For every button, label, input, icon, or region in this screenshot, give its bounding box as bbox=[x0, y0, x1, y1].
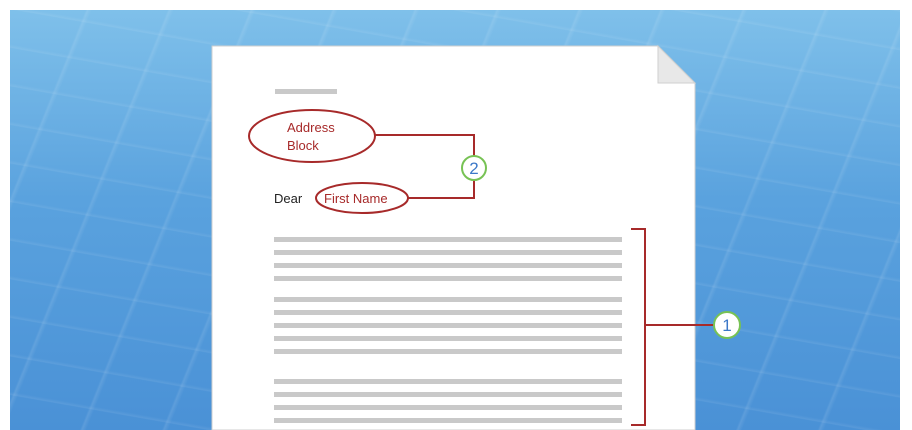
first-name-label: First Name bbox=[324, 191, 388, 206]
body-text-line bbox=[274, 323, 622, 328]
body-text-line bbox=[274, 336, 622, 341]
address-block-label-line2: Block bbox=[287, 138, 319, 153]
callout-number-2: 2 bbox=[469, 159, 478, 178]
salutation-text: Dear bbox=[274, 191, 303, 206]
body-text-line bbox=[274, 276, 622, 281]
mail-merge-illustration: Address Block Dear First Name 2 1 bbox=[0, 0, 912, 430]
body-text-line bbox=[274, 418, 622, 423]
body-text-line bbox=[274, 349, 622, 354]
body-text-line bbox=[274, 237, 622, 242]
body-text-line bbox=[274, 405, 622, 410]
header-placeholder-line bbox=[275, 89, 337, 94]
body-text-line bbox=[274, 263, 622, 268]
body-text-line bbox=[274, 310, 622, 315]
address-block-field bbox=[248, 109, 376, 163]
body-text-line bbox=[274, 297, 622, 302]
body-text-line bbox=[274, 379, 622, 384]
body-text-line bbox=[274, 392, 622, 397]
body-text-line bbox=[274, 250, 622, 255]
page-corner-fold bbox=[657, 44, 697, 84]
callout-number-1: 1 bbox=[722, 316, 731, 335]
address-block-label-line1: Address bbox=[287, 120, 335, 135]
document-diagram: Address Block Dear First Name 2 1 bbox=[211, 44, 741, 430]
